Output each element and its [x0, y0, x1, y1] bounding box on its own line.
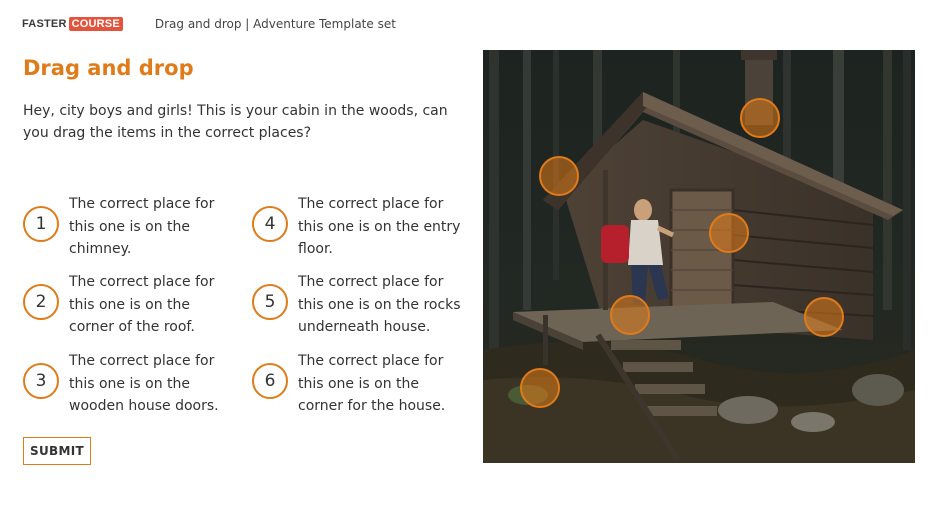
item-description: The correct place for this one is on the… [69, 353, 219, 414]
faster-course-logo: FASTER COURSE [22, 17, 123, 31]
drag-item-5[interactable]: 5 The correct place for this one is on t… [252, 274, 466, 339]
header: FASTER COURSE Drag and drop | Adventure … [22, 14, 396, 34]
item-number-badge[interactable]: 1 [23, 206, 59, 242]
item-number-badge[interactable]: 4 [252, 206, 288, 242]
item-number-badge[interactable]: 6 [252, 363, 288, 399]
drop-target-rocks[interactable] [520, 368, 560, 408]
drag-item-2[interactable]: 2 The correct place for this one is on t… [23, 274, 237, 339]
drop-target-house-corner[interactable] [804, 297, 844, 337]
drop-target-entry-floor[interactable] [610, 295, 650, 335]
submit-button[interactable]: SUBMIT [23, 437, 91, 465]
breadcrumb: Drag and drop | Adventure Template set [154, 17, 396, 31]
drag-item-6[interactable]: 6 The correct place for this one is on t… [252, 353, 466, 418]
item-description: The correct place for this one is on the… [298, 274, 461, 335]
item-description: The correct place for this one is on the… [298, 196, 461, 257]
drag-item-3[interactable]: 3 The correct place for this one is on t… [23, 353, 237, 418]
item-description: The correct place for this one is on the… [69, 196, 215, 257]
drag-item-4[interactable]: 4 The correct place for this one is on t… [252, 196, 466, 261]
item-number-badge[interactable]: 5 [252, 284, 288, 320]
cabin-photo [483, 50, 915, 463]
item-description: The correct place for this one is on the… [69, 274, 215, 335]
drop-target-roof-corner[interactable] [539, 156, 579, 196]
item-number-badge[interactable]: 3 [23, 363, 59, 399]
intro-text: Hey, city boys and girls! This is your c… [23, 103, 448, 141]
logo-text-faster: FASTER [22, 18, 67, 30]
page-title: Drag and drop [23, 56, 194, 80]
item-description: The correct place for this one is on the… [298, 353, 446, 414]
logo-text-course: COURSE [68, 17, 123, 31]
item-number-badge[interactable]: 2 [23, 284, 59, 320]
drop-target-chimney[interactable] [740, 98, 780, 138]
drop-target-door[interactable] [709, 213, 749, 253]
drag-item-1[interactable]: 1 The correct place for this one is on t… [23, 196, 237, 261]
